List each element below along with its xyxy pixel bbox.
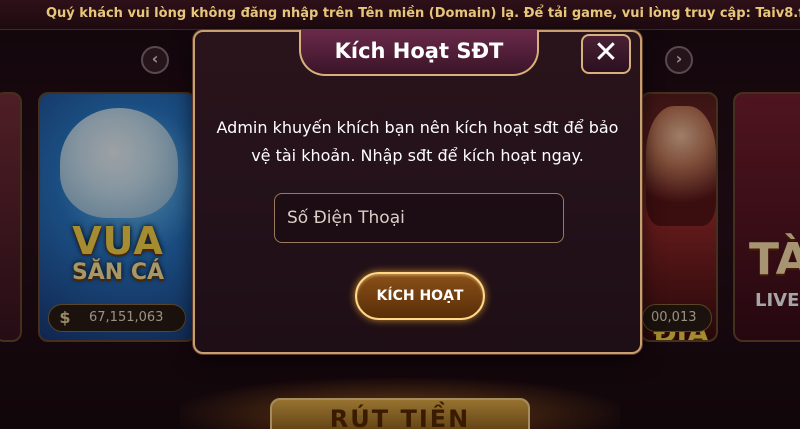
marquee-text: Quý khách vui lòng không đăng nhập trên … xyxy=(46,6,800,21)
close-button[interactable]: ✕ xyxy=(581,34,631,74)
close-icon: ✕ xyxy=(593,35,619,70)
activate-button[interactable]: KÍCH HOẠT xyxy=(355,272,485,320)
marquee-banner: Quý khách vui lòng không đăng nhập trên … xyxy=(0,0,800,30)
modal-title: Kích Hoạt SĐT xyxy=(299,30,539,76)
modal-message: Admin khuyến khích bạn nên kích hoạt sđt… xyxy=(216,118,619,165)
activate-phone-modal: Kích Hoạt SĐT ✕ Admin khuyến khích bạn n… xyxy=(193,30,642,354)
phone-number-input[interactable] xyxy=(274,193,564,243)
